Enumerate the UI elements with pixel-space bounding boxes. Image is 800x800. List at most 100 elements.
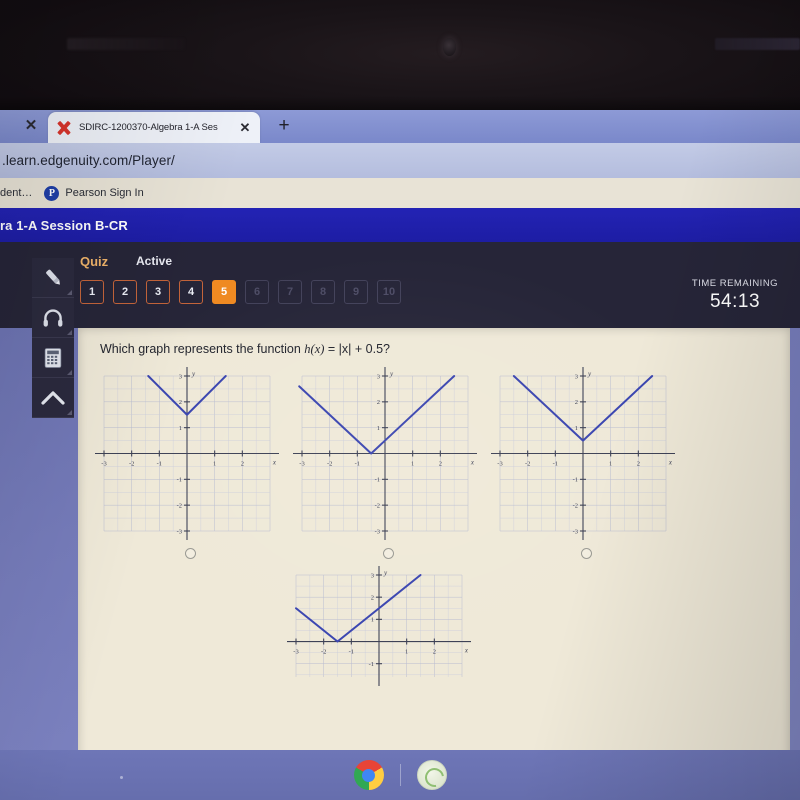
svg-text:2: 2 bbox=[179, 399, 182, 406]
left-tab-close-icon[interactable]: ✕ bbox=[22, 117, 40, 135]
coordinate-plane: -3 -2 -1 1 2 3 2 1 -1 -2 -3 x y bbox=[89, 367, 279, 545]
svg-text:1: 1 bbox=[377, 425, 380, 432]
question-text: Which graph represents the function h(x)… bbox=[100, 342, 390, 357]
bookmark-item-0[interactable]: dent… bbox=[0, 187, 32, 199]
svg-text:-3: -3 bbox=[299, 461, 304, 468]
svg-text:2: 2 bbox=[637, 461, 640, 468]
question-number-4[interactable]: 4 bbox=[179, 280, 203, 304]
svg-text:-2: -2 bbox=[375, 503, 380, 510]
svg-text:x: x bbox=[668, 459, 673, 467]
question-number-3[interactable]: 3 bbox=[146, 280, 170, 304]
answer-choice-choice-d[interactable]: -3 -2 -1 1 2 3 2 1 -1 x y bbox=[281, 565, 478, 687]
highlighter-tool[interactable] bbox=[32, 258, 74, 298]
radio-choice-b[interactable] bbox=[382, 548, 394, 559]
radio-choice-c[interactable] bbox=[580, 548, 592, 559]
calculator-tool[interactable] bbox=[32, 338, 74, 378]
graph-choice-a: -3 -2 -1 1 2 3 2 1 -1 -2 -3 x y bbox=[89, 366, 280, 545]
svg-text:-2: -2 bbox=[321, 649, 326, 656]
question-number-8[interactable]: 8 bbox=[311, 280, 335, 304]
svg-text:-2: -2 bbox=[573, 503, 578, 510]
question-number-7[interactable]: 7 bbox=[278, 280, 302, 304]
photographed-laptop-screen: ✕ SDIRC-1200370-Algebra 1-A Ses ✕ + .lea… bbox=[0, 0, 800, 800]
page-title: ra 1-A Session B-CR bbox=[0, 217, 128, 233]
svg-text:2: 2 bbox=[377, 399, 380, 406]
svg-text:-1: -1 bbox=[375, 477, 380, 484]
coordinate-plane: -3 -2 -1 1 2 3 2 1 -1 x y bbox=[281, 566, 471, 686]
svg-text:3: 3 bbox=[371, 572, 374, 579]
svg-text:x: x bbox=[470, 459, 475, 467]
question-suffix: = |x| + 0.5? bbox=[324, 342, 390, 356]
bezel-marking-right bbox=[715, 38, 800, 50]
svg-text:1: 1 bbox=[411, 461, 414, 468]
question-number-6[interactable]: 6 bbox=[245, 280, 269, 304]
svg-text:-1: -1 bbox=[573, 477, 578, 484]
svg-text:3: 3 bbox=[575, 373, 578, 380]
question-prefix: Which graph represents the function bbox=[100, 342, 305, 356]
choice-row-bottom: -3 -2 -1 1 2 3 2 1 -1 x y bbox=[94, 565, 784, 687]
svg-text:-3: -3 bbox=[573, 528, 578, 535]
bookmark-label: Pearson Sign In bbox=[65, 187, 144, 199]
svg-text:-1: -1 bbox=[349, 649, 354, 656]
question-number-2[interactable]: 2 bbox=[113, 280, 137, 304]
answer-choice-choice-b[interactable]: -3 -2 -1 1 2 3 2 1 -1 -2 -3 x y bbox=[287, 366, 484, 559]
calculator-icon bbox=[44, 347, 62, 368]
x-mark-icon bbox=[56, 120, 72, 136]
svg-text:-1: -1 bbox=[369, 661, 374, 668]
tool-rail[interactable] bbox=[32, 258, 74, 418]
collapse-tool[interactable] bbox=[32, 378, 74, 418]
timer: TIME REMAINING 54:13 bbox=[670, 278, 800, 313]
graph-choice-b: -3 -2 -1 1 2 3 2 1 -1 -2 -3 x y bbox=[287, 366, 478, 545]
question-number-5[interactable]: 5 bbox=[212, 280, 236, 304]
browser-window: ✕ SDIRC-1200370-Algebra 1-A Ses ✕ + .lea… bbox=[0, 110, 800, 750]
svg-text:2: 2 bbox=[433, 649, 436, 656]
tab-title: SDIRC-1200370-Algebra 1-A Ses bbox=[79, 122, 218, 133]
answer-choices[interactable]: -3 -2 -1 1 2 3 2 1 -1 -2 -3 x y -3 -2 -1 1 2 3 2 1 -1 -2 -3 x y -3… bbox=[89, 366, 784, 687]
graph-choice-d: -3 -2 -1 1 2 3 2 1 -1 x y bbox=[281, 565, 472, 687]
svg-text:2: 2 bbox=[241, 461, 244, 468]
svg-text:-2: -2 bbox=[129, 461, 134, 468]
graph-choice-c: -3 -2 -1 1 2 3 2 1 -1 -2 -3 x y bbox=[485, 366, 676, 545]
question-number-9[interactable]: 9 bbox=[344, 280, 368, 304]
svg-text:y: y bbox=[389, 370, 394, 378]
laptop-bezel bbox=[0, 0, 800, 112]
svg-text:1: 1 bbox=[371, 617, 374, 624]
timer-label: TIME REMAINING bbox=[691, 278, 779, 289]
choice-row-top: -3 -2 -1 1 2 3 2 1 -1 -2 -3 x y -3 -2 -1 1 2 3 2 1 -1 -2 -3 x y -3… bbox=[89, 366, 784, 559]
question-number-1[interactable]: 1 bbox=[80, 280, 104, 304]
browser-tab-active[interactable]: SDIRC-1200370-Algebra 1-A Ses ✕ bbox=[48, 112, 260, 143]
app-title-bar: ra 1-A Session B-CR bbox=[0, 208, 800, 242]
svg-text:-1: -1 bbox=[177, 477, 182, 484]
close-icon[interactable]: ✕ bbox=[238, 120, 252, 135]
svg-text:-2: -2 bbox=[525, 461, 530, 468]
svg-text:3: 3 bbox=[377, 373, 380, 380]
webcam-icon bbox=[443, 38, 456, 56]
svg-text:-3: -3 bbox=[177, 528, 182, 535]
question-number-10[interactable]: 10 bbox=[377, 280, 401, 304]
svg-text:-3: -3 bbox=[293, 649, 298, 656]
svg-text:y: y bbox=[191, 370, 196, 378]
address-bar[interactable]: .learn.edgenuity.com/Player/ bbox=[0, 143, 800, 178]
bookmark-item-1[interactable]: P Pearson Sign In bbox=[44, 185, 144, 201]
answer-choice-choice-c[interactable]: -3 -2 -1 1 2 3 2 1 -1 -2 -3 x y bbox=[485, 366, 682, 559]
svg-text:1: 1 bbox=[179, 425, 182, 432]
answer-choice-choice-a[interactable]: -3 -2 -1 1 2 3 2 1 -1 -2 -3 x y bbox=[89, 366, 286, 559]
radio-choice-a[interactable] bbox=[184, 548, 196, 559]
function-name: h(x) bbox=[304, 342, 325, 356]
svg-text:-3: -3 bbox=[375, 528, 380, 535]
app-icon[interactable] bbox=[416, 760, 447, 790]
new-tab-button[interactable]: + bbox=[274, 116, 294, 136]
svg-text:2: 2 bbox=[371, 595, 374, 602]
svg-text:-2: -2 bbox=[327, 461, 332, 468]
svg-text:-3: -3 bbox=[101, 461, 106, 468]
headphones-icon bbox=[43, 308, 63, 327]
chrome-icon[interactable] bbox=[353, 760, 384, 790]
audio-tool[interactable] bbox=[32, 298, 74, 338]
question-number-nav[interactable]: 1 2 3 4 5 6 7 8 9 10 bbox=[80, 280, 401, 304]
svg-text:-2: -2 bbox=[177, 503, 182, 510]
svg-text:-1: -1 bbox=[553, 461, 558, 468]
svg-text:-1: -1 bbox=[157, 461, 162, 468]
url-text: .learn.edgenuity.com/Player/ bbox=[2, 153, 175, 168]
svg-text:y: y bbox=[383, 569, 388, 577]
svg-text:1: 1 bbox=[405, 649, 408, 656]
pearson-icon: P bbox=[44, 185, 60, 201]
